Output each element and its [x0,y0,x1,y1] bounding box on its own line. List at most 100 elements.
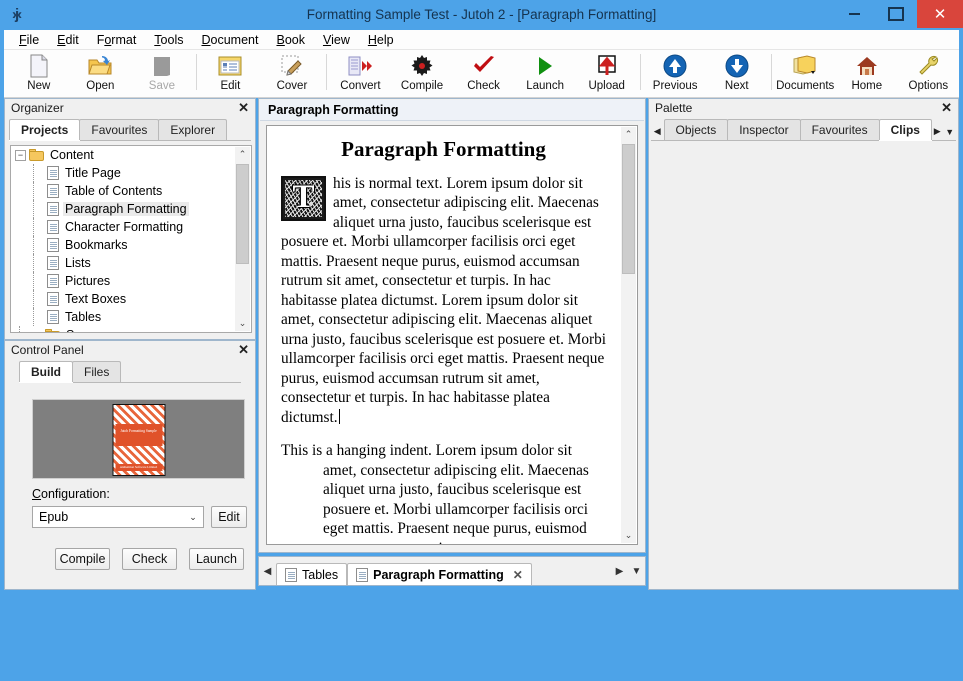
documents-stack-icon [792,53,818,79]
checkmark-icon [472,53,496,79]
tab-list-menu-icon[interactable]: ▼ [628,566,645,577]
launch-button[interactable]: Launch [189,548,244,570]
toolbar-separator [640,54,641,90]
toolbar-next[interactable]: Next [706,50,768,96]
toolbar-open-label: Open [86,80,114,92]
menu-file[interactable]: File [10,31,48,49]
menu-tools[interactable]: Tools [145,31,192,49]
tree-item-paragraph-formatting[interactable]: Paragraph Formatting [11,200,251,218]
organizer-scrollbar[interactable]: ⌃ ⌄ [235,147,250,331]
document-canvas[interactable]: Paragraph Formatting T his is normal tex… [266,125,638,545]
scroll-down-icon[interactable]: ⌄ [621,528,636,543]
document-icon [47,184,59,198]
tab-build[interactable]: Build [19,361,73,382]
tab-projects[interactable]: Projects [9,119,80,140]
tree-item-bookmarks[interactable]: Bookmarks [11,236,251,254]
toolbar-cover[interactable]: Cover [261,50,323,96]
book-cover-thumbnail: Jutoh Formatting Sample Anthemion Softwa… [112,404,165,476]
tab-favourites[interactable]: Favourites [79,119,159,140]
palette-close-icon[interactable]: ✕ [941,100,952,116]
toolbar-launch[interactable]: Launch [514,50,576,96]
toolbar-save-label: Save [149,80,175,92]
palette-scroll-right-icon[interactable]: ▶ [931,126,944,140]
toolbar-check[interactable]: Check [453,50,515,96]
tree-item-content[interactable]: − Content [11,146,251,164]
toolbar-convert[interactable]: Convert [330,50,392,96]
tree-item-label: Scraps [64,328,107,333]
close-button[interactable]: ✕ [917,0,963,28]
check-button[interactable]: Check [122,548,177,570]
upload-arrow-icon [596,53,618,79]
doc-tab-tables[interactable]: Tables [276,563,347,585]
menu-help[interactable]: Help [359,31,403,49]
scroll-up-icon[interactable]: ⌃ [621,127,636,142]
collapse-toggle-icon[interactable]: − [15,150,26,161]
menu-book[interactable]: Book [267,31,314,49]
scroll-thumb[interactable] [622,144,635,274]
toolbar-options[interactable]: Options [898,50,960,96]
tab-objects[interactable]: Objects [664,119,729,140]
configuration-select[interactable]: Epub ⌄ [32,506,204,528]
control-panel-close-icon[interactable]: ✕ [238,342,249,358]
toolbar-documents[interactable]: Documents [774,50,836,96]
doc-tab-paragraph-formatting[interactable]: Paragraph Formatting ✕ [347,563,532,585]
tab-files[interactable]: Files [72,361,121,382]
save-disk-icon [152,53,172,79]
menu-format[interactable]: Format [88,31,146,49]
toolbar-check-label: Check [467,80,500,92]
new-page-icon [29,53,49,79]
menu-view[interactable]: View [314,31,359,49]
menu-bar: File Edit Format Tools Document Book Vie… [4,30,959,50]
arrow-up-circle-icon [663,53,687,79]
tree-item-pictures[interactable]: Pictures [11,272,251,290]
control-panel-title: Control Panel [11,343,84,357]
cover-publisher-band: Anthemion Software Limited [115,464,162,471]
drop-cap-letter: T [283,178,324,219]
toolbar-new[interactable]: New [8,50,70,96]
maximize-button[interactable] [875,0,917,28]
tab-scroll-left-icon[interactable]: ◀ [259,566,276,577]
compile-button[interactable]: Compile [55,548,110,570]
tree-item-title-page[interactable]: Title Page [11,164,251,182]
project-tree[interactable]: − Content Title Page Table of Contents P… [10,145,252,333]
organizer-caption: Organizer ✕ [5,99,255,117]
tab-scroll-right-icon[interactable]: ▶ [611,566,628,577]
tree-item-table-of-contents[interactable]: Table of Contents [11,182,251,200]
minimize-button[interactable] [833,0,875,28]
menu-document[interactable]: Document [192,31,267,49]
control-panel: Control Panel ✕ Build Files Jutoh Format… [4,340,256,590]
document-page[interactable]: Paragraph Formatting T his is normal tex… [267,126,620,544]
tab-inspector[interactable]: Inspector [727,119,800,140]
toolbar-home[interactable]: Home [836,50,898,96]
cover-preview[interactable]: Jutoh Formatting Sample Anthemion Softwa… [32,399,245,479]
tab-clips[interactable]: Clips [879,119,932,140]
toolbar-previous[interactable]: Previous [644,50,706,96]
tree-item-tables[interactable]: Tables [11,308,251,326]
tab-favourites[interactable]: Favourites [800,119,880,140]
toolbar-previous-label: Previous [653,80,698,92]
scroll-thumb[interactable] [236,164,249,264]
toolbar-open[interactable]: Open [70,50,132,96]
document-scrollbar[interactable]: ⌃ ⌄ [621,127,636,543]
doc-tab-close-icon[interactable]: ✕ [513,568,523,582]
scroll-down-icon[interactable]: ⌄ [235,316,250,331]
folder-icon [29,149,44,161]
toolbar-compile[interactable]: Compile [391,50,453,96]
tree-item-scraps[interactable]: Scraps [11,326,251,333]
scroll-up-icon[interactable]: ⌃ [235,147,250,162]
tab-explorer[interactable]: Explorer [158,119,227,140]
toolbar-upload[interactable]: Upload [576,50,638,96]
toolbar-edit[interactable]: Edit [200,50,262,96]
organizer-close-icon[interactable]: ✕ [238,100,249,116]
configuration-edit-button[interactable]: Edit [211,506,247,528]
palette-tab-menu-icon[interactable]: ▼ [943,127,956,140]
tree-item-text-boxes[interactable]: Text Boxes [11,290,251,308]
paragraph-hanging-indent[interactable]: This is a hanging indent. Lorem ipsum do… [281,441,606,545]
tree-item-lists[interactable]: Lists [11,254,251,272]
paragraph-normal[interactable]: his is normal text. Lorem ipsum dolor si… [281,174,606,428]
menu-edit[interactable]: Edit [48,31,88,49]
toolbar-cover-label: Cover [277,80,308,92]
tree-item-character-formatting[interactable]: Character Formatting [11,218,251,236]
tree-item-label: Character Formatting [63,220,185,234]
palette-scroll-left-icon[interactable]: ◀ [651,126,664,140]
